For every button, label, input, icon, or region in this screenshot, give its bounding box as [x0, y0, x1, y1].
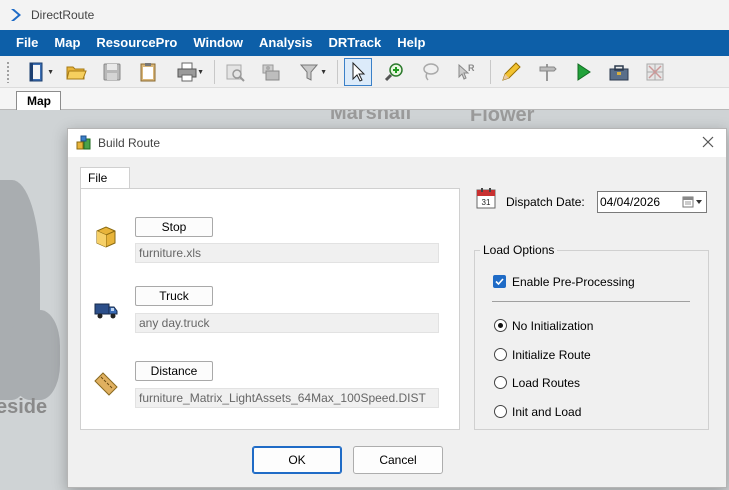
pointer-icon	[352, 61, 366, 82]
clipboard-button[interactable]	[134, 58, 162, 86]
scanner-button[interactable]	[257, 58, 285, 86]
ok-button[interactable]: OK	[252, 446, 342, 474]
print-preview-button[interactable]	[221, 58, 249, 86]
toolbar: ▼ ▼ ▼ R	[0, 56, 729, 88]
truck-file-field: any day.truck	[135, 313, 439, 333]
dialog-title: Build Route	[98, 136, 161, 150]
toolbar-grip[interactable]	[6, 60, 10, 83]
map-label-marshall: Marshall	[330, 110, 412, 124]
map-water	[10, 310, 60, 400]
pencil-button[interactable]	[497, 58, 525, 86]
truck-button[interactable]: Truck	[135, 286, 213, 306]
open-button[interactable]	[62, 58, 90, 86]
menu-help[interactable]: Help	[389, 30, 433, 56]
ruler-icon	[94, 372, 118, 396]
tab-file[interactable]: File	[80, 167, 130, 189]
svg-text:R: R	[468, 63, 475, 73]
route-select-icon: R	[458, 63, 475, 80]
radio-no-initialization-label[interactable]: No Initialization	[512, 319, 593, 333]
print-button[interactable]: ▼	[170, 58, 204, 86]
pointer-button[interactable]	[344, 57, 372, 86]
app-title: DirectRoute	[31, 8, 95, 22]
group-divider	[492, 301, 690, 302]
radio-initialize-route-label[interactable]: Initialize Route	[512, 348, 591, 362]
distance-button[interactable]: Distance	[135, 361, 213, 381]
build-route-icon	[76, 135, 91, 150]
menu-analysis[interactable]: Analysis	[251, 30, 320, 56]
dispatch-date-value: 04/04/2026	[600, 195, 661, 209]
load-options-label: Load Options	[480, 243, 558, 257]
save-button[interactable]	[98, 58, 126, 86]
clipboard-icon	[140, 62, 156, 81]
grid-button[interactable]	[641, 58, 669, 86]
app-logo-icon	[11, 9, 21, 21]
route-select-button[interactable]: R	[452, 58, 480, 86]
menu-bar: File Map ResourcePro Window Analysis DRT…	[0, 30, 729, 56]
filter-icon	[299, 64, 319, 81]
dispatch-date-label: Dispatch Date:	[506, 195, 585, 209]
dialog-title-bar[interactable]: Build Route	[68, 129, 726, 157]
distance-file-field: furniture_Matrix_LightAssets_64Max_100Sp…	[135, 388, 439, 408]
stop-button[interactable]: Stop	[135, 217, 213, 237]
chevron-down-icon: ▼	[197, 68, 204, 76]
radio-load-routes-label[interactable]: Load Routes	[512, 376, 580, 390]
map-label-eside: eside	[0, 396, 48, 418]
stop-file-field: furniture.xls	[135, 243, 439, 263]
toolbar-separator	[490, 59, 491, 84]
menu-map[interactable]: Map	[46, 30, 88, 56]
close-icon[interactable]	[700, 134, 716, 150]
filter-button[interactable]: ▼	[293, 58, 327, 86]
calendar-icon: 31	[476, 188, 496, 209]
play-button[interactable]	[569, 58, 597, 86]
grid-icon	[646, 63, 664, 80]
radio-init-and-load[interactable]	[494, 405, 507, 418]
dispatch-date-picker[interactable]: 04/04/2026	[597, 191, 707, 213]
title-bar: DirectRoute	[0, 0, 729, 30]
document-tab-strip: Map	[0, 88, 729, 111]
radio-initialize-route[interactable]	[494, 348, 507, 361]
menu-window[interactable]: Window	[185, 30, 251, 56]
play-icon	[577, 62, 591, 81]
save-icon	[103, 63, 121, 80]
checkmark-icon	[495, 278, 504, 286]
book-button[interactable]: ▼	[20, 58, 54, 86]
svg-text:31: 31	[482, 198, 491, 207]
zoom-in-button[interactable]	[380, 58, 408, 86]
signpost-button[interactable]	[533, 58, 561, 86]
chevron-down-icon: ▼	[320, 68, 327, 76]
pencil-icon	[502, 61, 521, 81]
book-icon	[29, 62, 43, 81]
menu-resourcepro[interactable]: ResourcePro	[88, 30, 185, 56]
truck-icon	[94, 303, 118, 319]
chevron-down-icon: ▼	[47, 68, 54, 76]
enable-pre-processing-checkbox[interactable]	[493, 275, 506, 288]
menu-drtrack[interactable]: DRTrack	[321, 30, 390, 56]
toolbar-separator	[337, 59, 338, 84]
lasso-button[interactable]	[416, 58, 444, 86]
toolbox-icon	[609, 64, 629, 80]
lasso-icon	[423, 62, 439, 81]
tab-map[interactable]: Map	[16, 91, 61, 111]
zoom-in-icon	[384, 62, 403, 81]
menu-file[interactable]: File	[0, 30, 46, 56]
radio-no-initialization[interactable]	[494, 319, 507, 332]
open-folder-icon	[66, 66, 87, 79]
cancel-button[interactable]: Cancel	[353, 446, 443, 474]
build-route-dialog: Build Route File Stop furniture.xls Truc…	[67, 128, 727, 488]
radio-init-and-load-label[interactable]: Init and Load	[512, 405, 581, 419]
calendar-dropdown-icon[interactable]	[679, 194, 705, 210]
toolbar-separator	[214, 59, 215, 84]
map-label-flower: Flower	[470, 110, 535, 126]
enable-pre-processing-label[interactable]: Enable Pre-Processing	[512, 275, 635, 289]
print-icon	[177, 62, 197, 81]
print-preview-icon	[226, 64, 245, 82]
radio-load-routes[interactable]	[494, 376, 507, 389]
toolbox-button[interactable]	[605, 58, 633, 86]
file-panel: Stop furniture.xls Truck any day.truck D…	[80, 188, 460, 430]
box-icon	[96, 226, 116, 248]
signpost-icon	[539, 63, 557, 81]
scanner-icon	[262, 64, 280, 80]
